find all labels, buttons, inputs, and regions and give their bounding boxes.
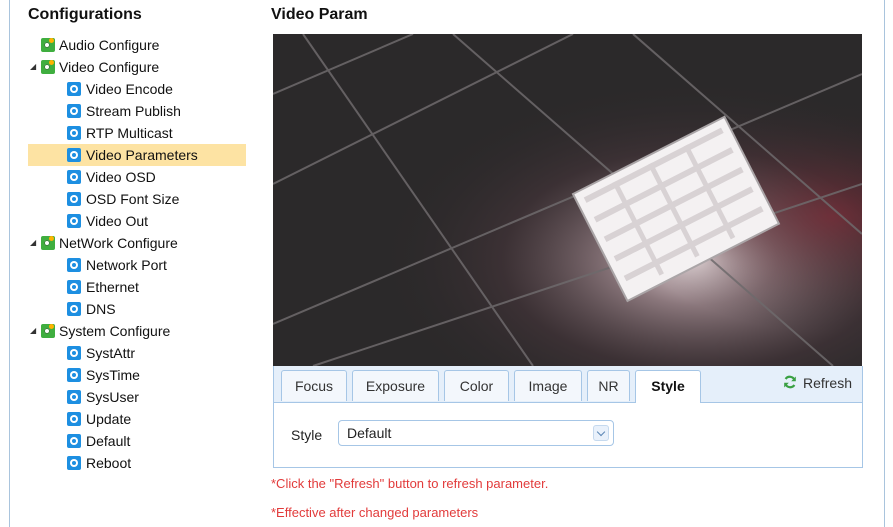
gear-icon: [67, 412, 81, 426]
tree-group-video-configure[interactable]: ◢ Video Configure: [10, 56, 250, 78]
tree-item-video-osd[interactable]: Video OSD: [10, 166, 250, 188]
gear-icon: [67, 280, 81, 294]
video-frame-image: [273, 34, 862, 366]
tree-item-video-out[interactable]: Video Out: [10, 210, 250, 232]
gear-cluster-icon: [41, 236, 55, 250]
gear-icon: [67, 126, 81, 140]
tree-item-default[interactable]: Default: [10, 430, 250, 452]
gear-cluster-icon: [41, 38, 55, 52]
refresh-label: Refresh: [802, 375, 852, 391]
tree-item-label: Video Out: [86, 213, 149, 229]
tree-group-audio-configure[interactable]: Audio Configure: [10, 34, 250, 56]
gear-icon: [67, 434, 81, 448]
tree-item-osd-font-size[interactable]: OSD Font Size: [10, 188, 250, 210]
tree-item-label: Ethernet: [86, 279, 139, 295]
tree-item-label: SysUser: [86, 389, 139, 405]
page-title: Video Param: [271, 6, 368, 23]
tab-exposure[interactable]: Exposure: [352, 370, 439, 401]
gear-icon: [67, 82, 81, 96]
tree-item-label: Stream Publish: [86, 103, 181, 119]
tree-group-system-configure[interactable]: ◢ System Configure: [10, 320, 250, 342]
tab-bar: Focus Exposure Color Image NR Style Refr…: [274, 366, 862, 403]
sidebar: Configurations Audio Configure ◢ Video Con…: [10, 0, 250, 527]
tree-item-video-parameters[interactable]: Video Parameters: [10, 144, 250, 166]
tree-item-systattr[interactable]: SystAttr: [10, 342, 250, 364]
gear-icon: [67, 104, 81, 118]
expand-arrow-icon[interactable]: ◢: [30, 56, 40, 78]
tree-item-label: Default: [86, 433, 131, 449]
gear-icon: [67, 192, 81, 206]
tree-item-dns[interactable]: DNS: [10, 298, 250, 320]
effective-note: *Effective after changed parameters: [271, 505, 479, 520]
gear-cluster-icon: [41, 60, 55, 74]
sidebar-title: Configurations: [28, 6, 142, 23]
gear-icon: [67, 346, 81, 360]
video-preview: [273, 34, 862, 366]
chevron-down-icon[interactable]: [593, 425, 609, 441]
gear-icon: [67, 170, 81, 184]
tree-item-label: Update: [86, 411, 132, 427]
tree-item-ethernet[interactable]: Ethernet: [10, 276, 250, 298]
gear-cluster-icon: [41, 324, 55, 338]
style-label: Style: [291, 427, 323, 443]
tree-item-network-port[interactable]: Network Port: [10, 254, 250, 276]
expand-arrow-icon[interactable]: ◢: [30, 232, 40, 254]
tree-item-rtp-multicast[interactable]: RTP Multicast: [10, 122, 250, 144]
style-select-value: Default: [347, 425, 392, 441]
tree-item-label: OSD Font Size: [86, 191, 180, 207]
tab-nr[interactable]: NR: [587, 370, 630, 401]
tree-group-network-configure[interactable]: ◢ NetWork Configure: [10, 232, 250, 254]
tree-item-label: SysTime: [86, 367, 140, 383]
tree-item-label: Video Parameters: [86, 147, 198, 163]
tree-item-label: Reboot: [86, 455, 132, 471]
tree-item-label: SystAttr: [86, 345, 136, 361]
gear-icon: [67, 148, 81, 162]
tree-item-systime[interactable]: SysTime: [10, 364, 250, 386]
tree-item-reboot[interactable]: Reboot: [10, 452, 250, 474]
tab-color[interactable]: Color: [444, 370, 509, 401]
refresh-icon: [784, 375, 796, 389]
tab-style[interactable]: Style: [635, 370, 701, 403]
tree-item-label: Video OSD: [86, 169, 156, 185]
tree-item-label: NetWork Configure: [59, 235, 178, 251]
tree-item-update[interactable]: Update: [10, 408, 250, 430]
expand-arrow-icon[interactable]: ◢: [30, 320, 40, 342]
tab-focus[interactable]: Focus: [281, 370, 347, 401]
gear-icon: [67, 456, 81, 470]
settings-panel: Focus Exposure Color Image NR Style Refr…: [273, 366, 863, 468]
tree-item-video-encode[interactable]: Video Encode: [10, 78, 250, 100]
tree-item-label: Audio Configure: [59, 37, 160, 53]
refresh-hint-note: *Click the "Refresh" button to refresh p…: [271, 476, 549, 491]
tree-item-label: DNS: [86, 301, 116, 317]
refresh-button[interactable]: Refresh: [777, 369, 860, 397]
gear-icon: [67, 368, 81, 382]
tree-item-label: System Configure: [59, 323, 171, 339]
right-border: [884, 0, 885, 527]
config-tree: Audio Configure ◢ Video Configure Video Enc…: [10, 34, 250, 474]
tree-item-label: Video Configure: [59, 59, 160, 75]
tree-item-label: Network Port: [86, 257, 167, 273]
tree-item-stream-publish[interactable]: Stream Publish: [10, 100, 250, 122]
style-select[interactable]: Default: [338, 420, 614, 446]
tree-item-label: RTP Multicast: [86, 125, 173, 141]
tree-item-sysuser[interactable]: SysUser: [10, 386, 250, 408]
gear-icon: [67, 214, 81, 228]
tree-item-label: Video Encode: [86, 81, 173, 97]
gear-icon: [67, 302, 81, 316]
tab-image[interactable]: Image: [514, 370, 582, 401]
gear-icon: [67, 390, 81, 404]
gear-icon: [67, 258, 81, 272]
